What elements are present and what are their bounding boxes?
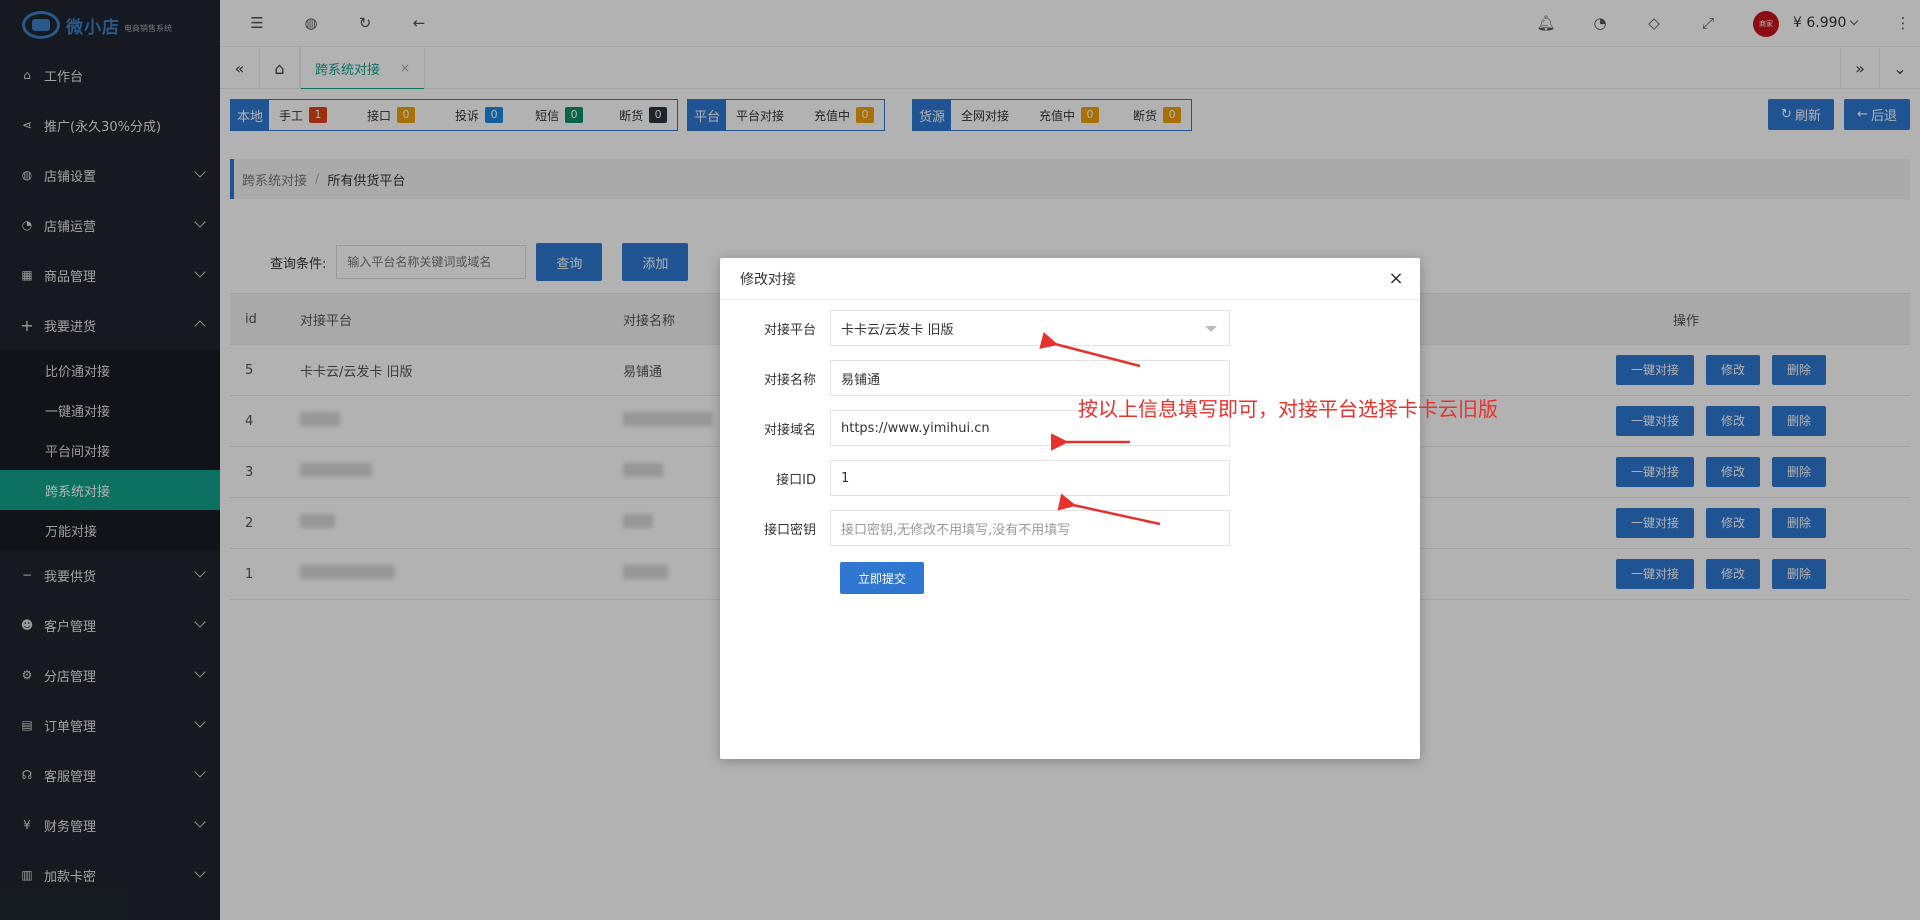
form-row-api-id: 接口ID 1 [720,460,1230,496]
submit-button[interactable]: 立即提交 [840,562,925,594]
name-label: 对接名称 [763,372,816,388]
modal-title: 修改对接 [740,271,796,288]
form-row-platform: 对接平台 卡卡云/云发卡 旧版 [720,310,1230,346]
api-id-input[interactable]: 1 [830,460,1230,496]
caret-down-icon [1205,326,1217,332]
api-id-label: 接口ID [776,472,816,488]
platform-label: 对接平台 [763,322,816,338]
domain-label: 对接域名 [763,422,816,438]
form-row-name: 对接名称 易铺通 [720,360,1230,396]
form-row-secret: 接口密钥 接口密钥,无修改不用填写,没有不用填写 [720,510,1230,546]
close-icon[interactable]: × [1386,268,1406,289]
edit-dock-modal: 修改对接 × 对接平台 卡卡云/云发卡 旧版 对接名称 易铺通 对接域名 htt… [720,258,1420,759]
secret-input[interactable]: 接口密钥,无修改不用填写,没有不用填写 [830,510,1230,546]
modal-header: 修改对接 × [720,258,1420,300]
secret-label: 接口密钥 [763,522,816,538]
name-input[interactable]: 易铺通 [830,360,1230,396]
annotation-text: 按以上信息填写即可，对接平台选择卡卡云旧版 [1078,397,1498,421]
platform-select-value: 卡卡云/云发卡 旧版 [841,322,954,338]
platform-select[interactable]: 卡卡云/云发卡 旧版 [830,310,1230,346]
